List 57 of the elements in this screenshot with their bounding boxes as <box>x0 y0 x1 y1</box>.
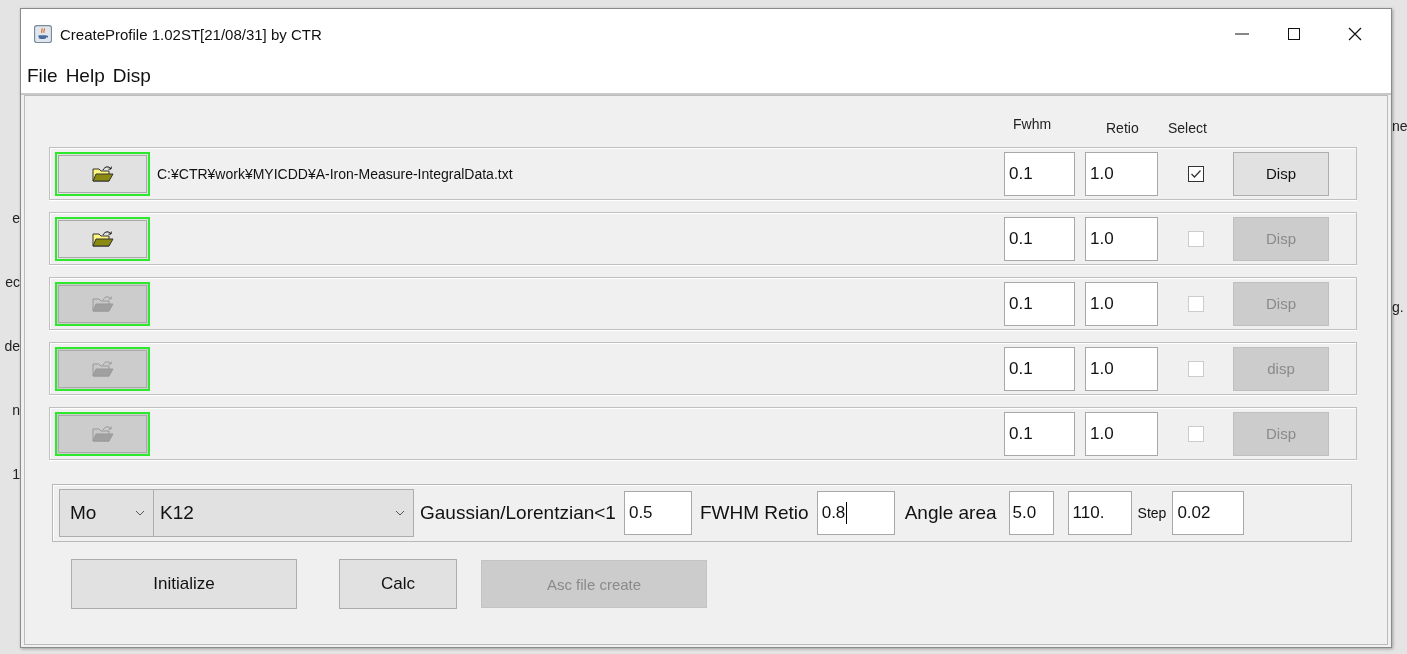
fwhm-field[interactable]: 0.1 <box>1004 346 1075 391</box>
open-file-button[interactable] <box>55 281 150 326</box>
retio-field[interactable]: 1.0 <box>1085 411 1158 456</box>
open-folder-icon <box>91 294 114 313</box>
background-text: ne <box>1392 118 1407 134</box>
open-folder-icon <box>91 164 114 183</box>
column-header: Fwhm <box>1013 116 1052 132</box>
ratio-field[interactable]: 0.5 <box>623 491 692 535</box>
step-label: Step <box>1137 505 1167 521</box>
angle-to-field[interactable]: 110. <box>1067 491 1132 535</box>
select-checkbox[interactable] <box>1187 165 1204 182</box>
retio-field[interactable]: 1.0 <box>1085 281 1158 326</box>
action-button[interactable]: Initialize <box>71 559 297 609</box>
menu-item[interactable]: Help <box>65 65 105 87</box>
maximize-icon <box>1286 26 1302 42</box>
open-folder-icon <box>91 229 114 248</box>
fwhm-field[interactable]: 0.1 <box>1004 281 1075 326</box>
minimize-icon <box>1235 33 1249 35</box>
fwhm-retio-label: FWHM Retio <box>699 502 809 524</box>
open-folder-icon <box>91 424 114 443</box>
angle-from-field[interactable]: 5.0 <box>1008 491 1054 535</box>
coffee-cup-icon <box>34 25 52 43</box>
background-text: de <box>3 338 20 354</box>
disp-button[interactable]: Disp <box>1233 151 1329 196</box>
menu-item[interactable]: File <box>27 65 58 87</box>
background-text: e <box>11 210 20 226</box>
angle-area-label: Angle area <box>904 502 997 524</box>
fwhm-field[interactable]: 0.1 <box>1004 411 1075 456</box>
line-dropdown[interactable]: K12 <box>154 489 414 537</box>
file-path: C:¥CTR¥work¥MYICDD¥A-Iron-Measure-IntegralData.txt <box>157 165 513 182</box>
open-file-button[interactable] <box>55 151 150 196</box>
target-dropdown[interactable]: Mo <box>59 489 154 537</box>
open-file-button[interactable] <box>55 411 150 456</box>
retio-field[interactable]: 1.0 <box>1085 346 1158 391</box>
open-folder-icon <box>91 359 114 378</box>
close-icon <box>1347 26 1363 42</box>
menu-item[interactable]: Disp <box>112 65 151 87</box>
open-file-button[interactable] <box>55 346 150 391</box>
open-file-button[interactable] <box>55 216 150 261</box>
chevron-down-icon <box>135 510 145 516</box>
background-text: n <box>11 402 20 418</box>
step-field[interactable]: 0.02 <box>1172 491 1245 535</box>
column-header: Select <box>1168 120 1207 136</box>
ratio-label: Gaussian/Lorentzian<1 <box>420 502 616 524</box>
check-icon <box>1190 169 1201 178</box>
window-title: CreateProfile 1.02ST[21/08/31] by CTR <box>60 25 322 43</box>
column-header: Retio <box>1106 120 1139 136</box>
fwhm-retio-field[interactable]: 0.8 <box>816 491 895 535</box>
retio-field[interactable]: 1.0 <box>1085 216 1158 261</box>
background-text: 1 <box>11 466 20 482</box>
chevron-down-icon <box>395 510 405 516</box>
background-text: g. <box>1392 299 1405 315</box>
retio-field[interactable]: 1.0 <box>1085 151 1158 196</box>
background-text: ec <box>4 274 20 290</box>
fwhm-field[interactable]: 0.1 <box>1004 216 1075 261</box>
action-button[interactable]: Calc <box>339 559 457 609</box>
fwhm-field[interactable]: 0.1 <box>1004 151 1075 196</box>
